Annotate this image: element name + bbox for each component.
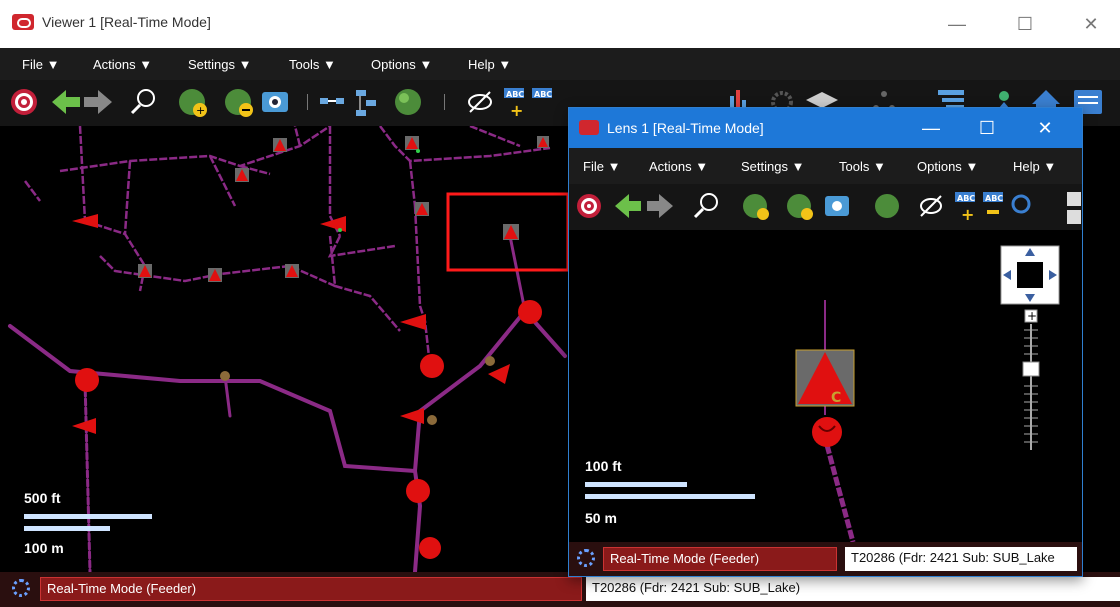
lens-menu-options[interactable]: Options ▼	[917, 159, 978, 174]
lens-status-mode: Real-Time Mode (Feeder)	[603, 547, 837, 571]
viewer-menubar: File ▼ Actions ▼ Settings ▼ Tools ▼ Opti…	[0, 48, 1120, 80]
svg-text:+: +	[961, 205, 974, 224]
lens-maximize-button[interactable]: ☐	[967, 114, 1007, 142]
hat-icon[interactable]	[806, 92, 838, 108]
lens-zoom-icon[interactable]	[693, 193, 718, 219]
lens-close-button[interactable]: ✕	[1025, 114, 1065, 142]
hide-icon[interactable]	[468, 91, 492, 113]
status-info: T20286 (Fdr: 2421 Sub: SUB_Lake)	[586, 577, 1120, 601]
lens-back-arrow-icon[interactable]	[615, 194, 641, 218]
lens-scale-bar-top	[585, 482, 687, 487]
menu-settings[interactable]: Settings ▼	[188, 57, 251, 72]
svg-text:ABC: ABC	[957, 194, 975, 203]
lens-statusbar: Real-Time Mode (Feeder) T20286 (Fdr: 242…	[569, 542, 1082, 576]
svg-text:+: +	[196, 104, 205, 117]
lens-target-icon[interactable]	[577, 194, 601, 218]
lens-scale-bar-bottom	[585, 494, 755, 499]
label-remove-icon[interactable]: ABC	[532, 88, 552, 99]
close-button[interactable]: ✕	[1068, 8, 1114, 40]
pan-control[interactable]	[1000, 245, 1060, 305]
lens-menu-tools[interactable]: Tools ▼	[839, 159, 886, 174]
lens-titlebar[interactable]: Lens 1 [Real-Time Mode] — ☐ ✕	[569, 108, 1082, 148]
scale-label-bottom: 100 m	[24, 540, 64, 556]
minimize-button[interactable]: —	[934, 8, 980, 40]
fuse-symbols	[72, 214, 510, 434]
lens-settings-gear-icon[interactable]	[577, 549, 595, 567]
forward-arrow-icon[interactable]	[84, 90, 112, 114]
zoom-thumb[interactable]	[1022, 361, 1040, 377]
lens-toolbar-icons: ABC + ABC	[577, 192, 1081, 224]
lens-title: Lens 1 [Real-Time Mode]	[607, 120, 764, 136]
lens-scale-label-bottom: 50 m	[585, 510, 617, 526]
lens-switch-symbol[interactable]	[812, 417, 842, 447]
status-dots	[338, 149, 420, 232]
lens-status-info: T20286 (Fdr: 2421 Sub: SUB_Lake	[845, 547, 1077, 571]
lens-label-add-icon[interactable]: ABC +	[955, 192, 975, 224]
viewer-title: Viewer 1 [Real-Time Mode]	[42, 14, 211, 30]
status-mode: Real-Time Mode (Feeder)	[40, 577, 582, 601]
lens-scroll-right-icon[interactable]	[1067, 192, 1081, 224]
lens-globe-remove-icon[interactable]	[787, 194, 813, 220]
globe-icon[interactable]	[395, 89, 421, 115]
scale-label-top: 500 ft	[24, 490, 61, 506]
switch-symbols	[75, 300, 542, 559]
menu-actions[interactable]: Actions ▼	[93, 57, 152, 72]
transformer-symbols	[138, 136, 549, 282]
camera-icon[interactable]	[262, 92, 288, 112]
scale-bar-bottom	[24, 526, 110, 531]
scale-bar-top	[24, 514, 152, 519]
lens-label-remove-icon[interactable]: ABC	[983, 192, 1003, 214]
lens-menu-help[interactable]: Help ▼	[1013, 159, 1056, 174]
lens-window: Lens 1 [Real-Time Mode] — ☐ ✕ File ▼ Act…	[568, 107, 1083, 577]
app-logo-icon	[12, 14, 34, 30]
lens-minimize-button[interactable]: —	[911, 114, 951, 142]
lens-toolbar: ABC + ABC	[569, 184, 1082, 230]
lens-camera-icon[interactable]	[825, 196, 849, 216]
transformer-letter: C	[831, 390, 841, 406]
lens-app-logo-icon	[579, 120, 599, 135]
zoom-slider[interactable]: +	[1022, 309, 1040, 450]
zoom-in-icon[interactable]: +	[1027, 309, 1037, 323]
svg-text:+: +	[510, 101, 523, 120]
connect-icon[interactable]	[320, 98, 344, 104]
lens-globe-icon[interactable]	[875, 194, 899, 218]
target-icon[interactable]	[11, 89, 37, 115]
globe-add-icon[interactable]: +	[179, 89, 207, 117]
label-add-icon[interactable]: ABC +	[504, 88, 524, 120]
lens-menu-settings[interactable]: Settings ▼	[741, 159, 804, 174]
lens-find-icon[interactable]	[1011, 194, 1031, 214]
svg-text:ABC: ABC	[985, 194, 1003, 203]
lens-map-canvas[interactable]: C + 100 ft 50 m	[569, 230, 1082, 542]
lens-globe-add-icon[interactable]	[743, 194, 769, 220]
globe-remove-icon[interactable]	[225, 89, 253, 117]
lens-menu-actions[interactable]: Actions ▼	[649, 159, 708, 174]
lens-menubar: File ▼ Actions ▼ Settings ▼ Tools ▼ Opti…	[569, 148, 1082, 184]
transformer-c-symbol[interactable]	[795, 349, 855, 407]
menu-tools[interactable]: Tools ▼	[289, 57, 336, 72]
junction-symbols	[220, 356, 495, 425]
lens-hide-icon[interactable]	[920, 195, 942, 217]
network-icon[interactable]	[356, 90, 376, 116]
svg-text:ABC: ABC	[506, 90, 524, 99]
menu-options[interactable]: Options ▼	[371, 57, 432, 72]
settings-gear-icon[interactable]	[12, 579, 30, 597]
lens-scale-label-top: 100 ft	[585, 458, 622, 474]
back-arrow-icon[interactable]	[52, 90, 80, 114]
viewer-titlebar[interactable]: Viewer 1 [Real-Time Mode] — ☐ ✕	[0, 0, 1120, 48]
lens-menu-file[interactable]: File ▼	[583, 159, 620, 174]
lens-forward-arrow-icon[interactable]	[647, 194, 673, 218]
svg-text:ABC: ABC	[534, 90, 552, 99]
viewer-statusbar: Real-Time Mode (Feeder) T20286 (Fdr: 242…	[0, 572, 1120, 607]
menu-file[interactable]: File ▼	[22, 57, 59, 72]
menu-help[interactable]: Help ▼	[468, 57, 511, 72]
maximize-button[interactable]: ☐	[1002, 8, 1048, 40]
zoom-icon[interactable]	[130, 89, 155, 115]
